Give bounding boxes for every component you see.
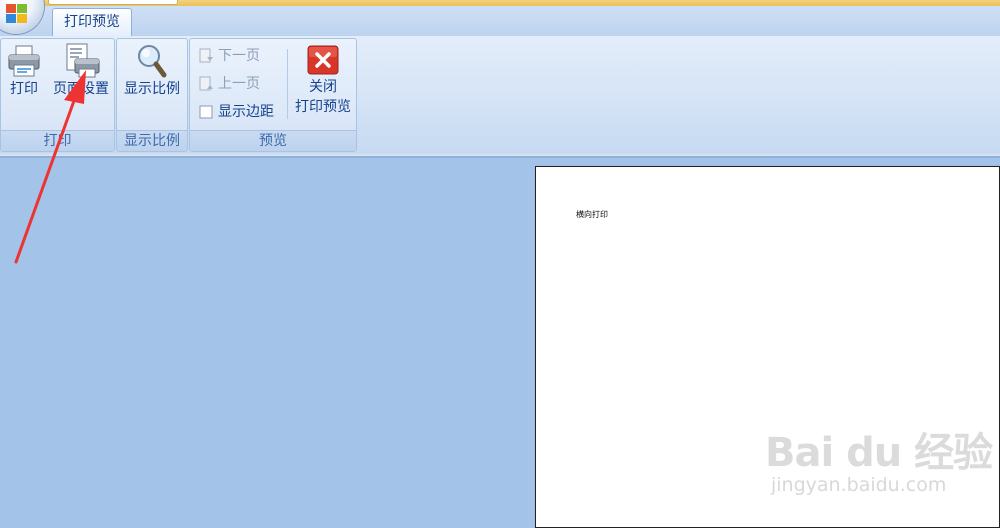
print-label: 打印 bbox=[10, 81, 38, 97]
ribbon-divider bbox=[0, 156, 1000, 158]
watermark-brand: Bai du 经验 bbox=[765, 430, 993, 476]
office-logo-icon bbox=[6, 4, 27, 23]
prev-page-button[interactable]: 上一页 bbox=[194, 73, 284, 95]
group-zoom-label: 显示比例 bbox=[117, 130, 187, 151]
page-setup-button[interactable]: 页面设置 bbox=[49, 43, 113, 109]
next-page-button[interactable]: 下一页 bbox=[194, 45, 284, 67]
checkbox-icon bbox=[199, 105, 213, 119]
group-print: 打印 页面设置 打印 bbox=[0, 38, 115, 152]
group-print-label: 打印 bbox=[1, 130, 114, 151]
group-preview-label: 预览 bbox=[190, 130, 356, 151]
prev-page-label: 上一页 bbox=[218, 76, 260, 92]
page-content-text: 横向打印 bbox=[576, 210, 608, 219]
tab-print-preview[interactable]: 打印预览 bbox=[52, 8, 132, 37]
zoom-button[interactable]: 显示比例 bbox=[119, 43, 185, 109]
preview-separator bbox=[287, 49, 288, 119]
prev-page-icon bbox=[199, 76, 213, 91]
close-preview-button[interactable]: 关闭 打印预览 bbox=[290, 43, 356, 127]
page-setup-icon bbox=[66, 43, 100, 78]
printer-icon bbox=[8, 45, 40, 77]
group-zoom: 显示比例 显示比例 bbox=[116, 38, 188, 152]
show-margins-checkbox[interactable]: 显示边距 bbox=[194, 101, 288, 123]
next-page-icon bbox=[199, 48, 213, 63]
zoom-label: 显示比例 bbox=[124, 81, 180, 97]
close-preview-icon bbox=[307, 45, 339, 75]
close-label-line2: 打印预览 bbox=[295, 99, 351, 115]
watermark: Bai du 经验 jingyan.baidu.com bbox=[765, 410, 993, 510]
magnifier-icon bbox=[138, 45, 167, 78]
page-setup-label: 页面设置 bbox=[53, 81, 109, 97]
next-page-label: 下一页 bbox=[218, 48, 260, 64]
group-preview: 下一页 上一页 显示边距 关闭 打印预览 预览 bbox=[189, 38, 357, 152]
quick-access-toolbar[interactable] bbox=[48, 0, 178, 5]
watermark-url: jingyan.baidu.com bbox=[771, 474, 947, 496]
close-label-line1: 关闭 bbox=[309, 79, 337, 95]
print-button[interactable]: 打印 bbox=[3, 43, 45, 109]
tab-strip bbox=[0, 6, 1000, 36]
show-margins-label: 显示边距 bbox=[218, 104, 274, 120]
